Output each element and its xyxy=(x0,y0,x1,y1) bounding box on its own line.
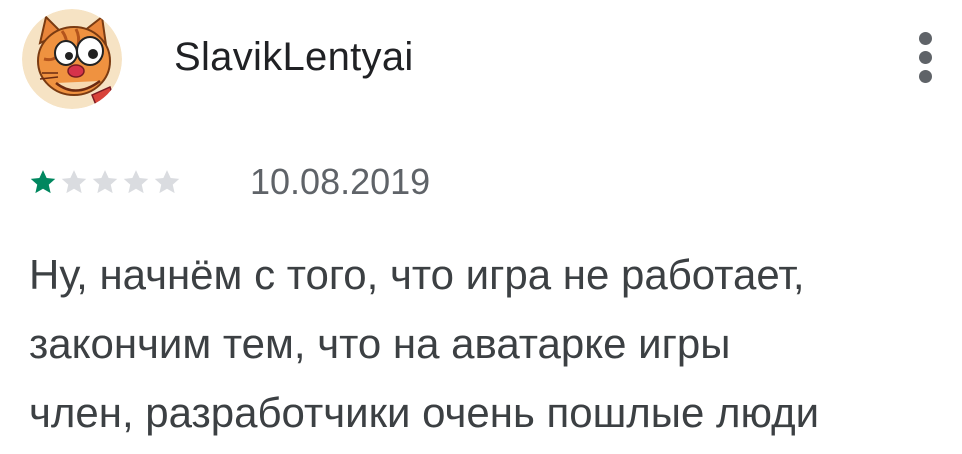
user-avatar[interactable] xyxy=(22,9,122,109)
star-empty-icon xyxy=(152,167,182,197)
star-empty-icon xyxy=(121,167,151,197)
star-empty-icon xyxy=(59,167,89,197)
review-text-line: член, разработчики очень пошлые люди xyxy=(29,389,820,436)
menu-dot xyxy=(919,51,932,64)
cat-avatar-icon xyxy=(22,9,122,109)
review-text: Ну, начнём с того, что игра не работает,… xyxy=(29,240,954,447)
star-filled-icon xyxy=(28,167,58,197)
review-date: 10.08.2019 xyxy=(250,161,431,202)
star-rating xyxy=(28,167,183,197)
author-name: SlavikLentyai xyxy=(174,35,414,79)
menu-dot xyxy=(919,70,932,83)
more-vert-icon[interactable] xyxy=(911,30,941,86)
menu-dot xyxy=(919,32,932,45)
star-empty-icon xyxy=(90,167,120,197)
review-text-line: закончим тем, что на аватарке игры xyxy=(29,320,731,367)
review-card: SlavikLentyai 10.08.2019 Ну, начнём с то… xyxy=(0,0,962,454)
review-text-line: Ну, начнём с того, что игра не работает, xyxy=(29,251,805,298)
